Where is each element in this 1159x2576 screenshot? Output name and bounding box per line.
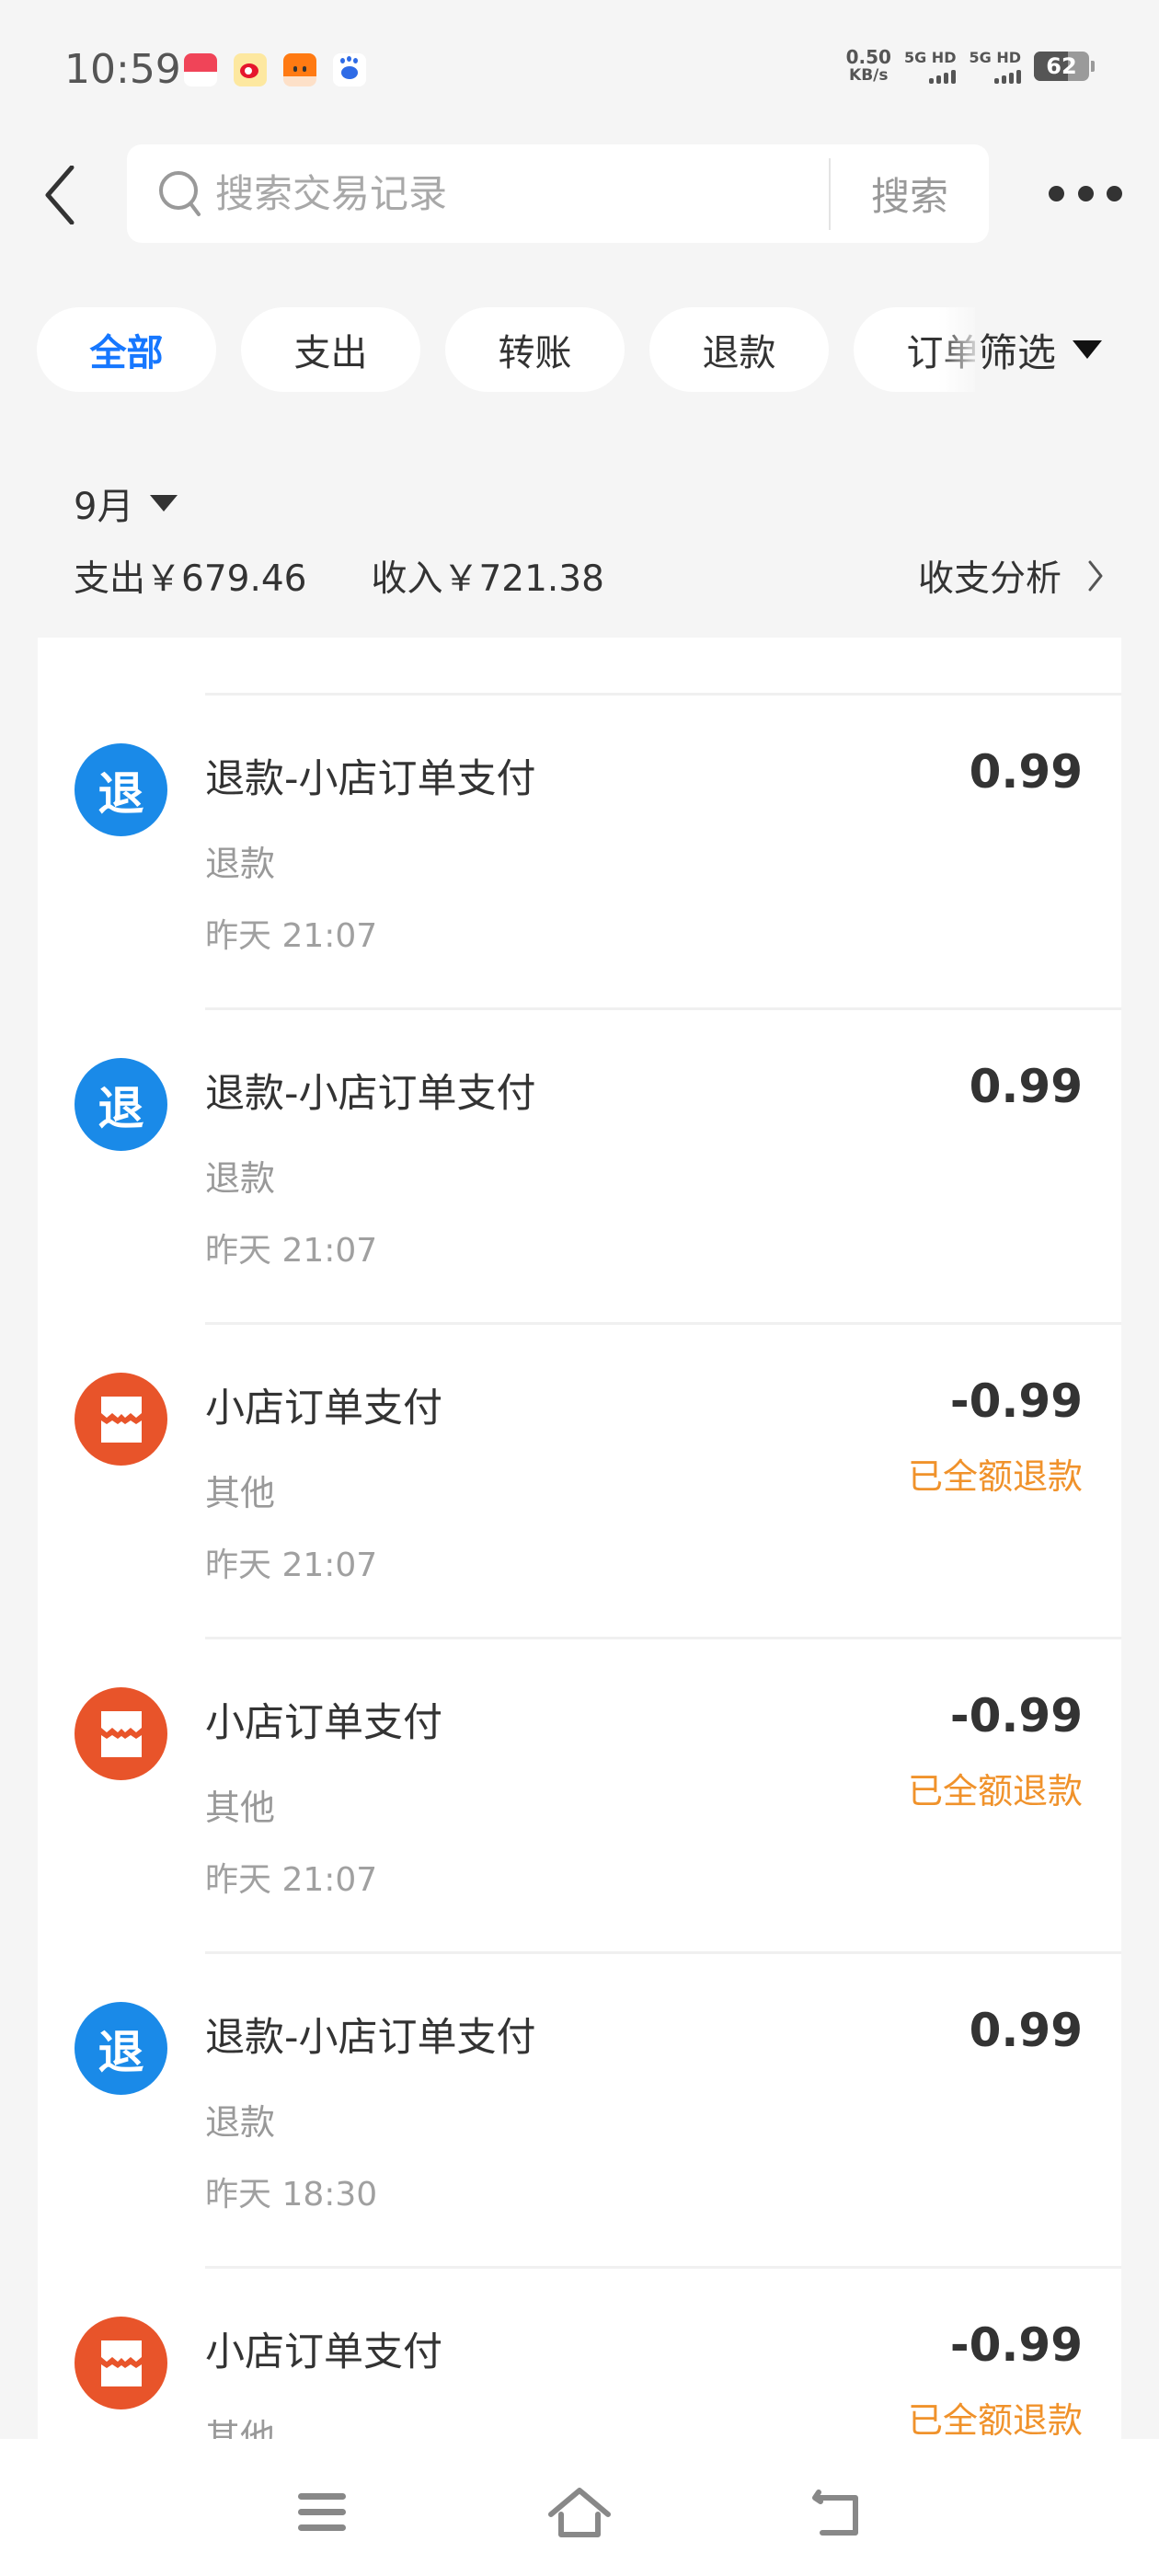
sim1-label: 5G HD (903, 49, 957, 66)
screen: 10:59 0.50 KB/s 5G HD 5G HD 62 搜索交易记录 搜索… (0, 0, 1159, 2576)
transaction-time: 昨天 21:07 (205, 1861, 378, 1899)
search-bar: 搜索 (127, 144, 989, 243)
search-icon (155, 168, 206, 220)
menu-button[interactable] (285, 2476, 359, 2549)
transaction-time: 昨天 21:07 (205, 917, 378, 955)
notification-icons (184, 53, 366, 86)
transaction-row[interactable]: 小店订单支付 其他 昨天 21:07 -0.99 已全额退款 (38, 1639, 1121, 1954)
net-speed-value: 0.50 (845, 46, 891, 68)
transaction-list: 退退款-小店订单支付 退款 昨天 21:07 0.99 退退款-小店订单支付 退… (38, 638, 1121, 2439)
transaction-amount: -0.99 (949, 2318, 1083, 2372)
transaction-row[interactable]: 退退款-小店订单支付 退款 昨天 21:07 0.99 (38, 696, 1121, 1010)
refund-icon: 退 (75, 2002, 167, 2095)
transaction-row[interactable]: 退退款-小店订单支付 退款 昨天 18:30 0.99 (38, 1954, 1121, 2269)
chevron-left-icon (45, 166, 75, 224)
sim2-label: 5G HD (969, 49, 1021, 66)
net-speed-unit: KB/s (849, 66, 889, 85)
shop-icon (75, 1687, 167, 1780)
transaction-amount: 0.99 (969, 745, 1083, 799)
more-dot (1107, 185, 1122, 201)
shop-icon (75, 2317, 167, 2409)
search-button[interactable]: 搜索 (831, 166, 989, 222)
status-indicators: 0.50 KB/s 5G HD 5G HD 62 (846, 48, 1095, 85)
analysis-label: 收支分析 (917, 558, 1061, 600)
month-selector[interactable]: 9月 (74, 477, 178, 530)
transaction-category: 退款 (205, 1158, 276, 1199)
filter-button[interactable]: 筛选 (975, 307, 1103, 392)
menu-icon (298, 2493, 346, 2531)
more-options-button[interactable] (1049, 179, 1122, 207)
transaction-title: 小店订单支付 (205, 2329, 442, 2375)
transaction-title: 退款-小店订单支付 (205, 756, 536, 802)
transaction-category: 退款 (205, 844, 276, 884)
transaction-category: 退款 (205, 2102, 276, 2143)
refund-icon: 退 (75, 743, 167, 836)
more-dot (1077, 185, 1094, 201)
transaction-title: 小店订单支付 (205, 1386, 442, 1432)
filter-chips: 全部 支出 转账 退款 订单 (37, 307, 975, 392)
fox-app-icon (283, 53, 316, 86)
caret-down-icon (1073, 340, 1103, 359)
filter-label: 筛选 (979, 329, 1057, 375)
sim2-signal: 5G HD (969, 49, 1021, 84)
status-time: 10:59 (64, 46, 181, 93)
transaction-amount: 0.99 (969, 2004, 1083, 2057)
signal-bars-icon (994, 70, 1021, 84)
caret-down-icon (150, 495, 178, 512)
transaction-time: 昨天 21:07 (205, 1232, 378, 1270)
wing-pay-icon (184, 53, 217, 86)
chip-expense[interactable]: 支出 (241, 307, 420, 392)
transaction-title: 退款-小店订单支付 (205, 2015, 536, 2061)
chevron-right-icon (1088, 560, 1103, 592)
transaction-amount: -0.99 (949, 1689, 1083, 1742)
analysis-link[interactable]: 收支分析 (918, 550, 1104, 602)
refund-status-note: 已全额退款 (907, 1456, 1083, 1497)
transaction-amount: -0.99 (949, 1374, 1083, 1428)
income-total: 收入￥721.38 (371, 558, 604, 600)
transaction-category: 其他 (205, 1788, 276, 1828)
refund-status-note: 已全额退款 (907, 2400, 1083, 2439)
home-button[interactable] (543, 2476, 616, 2549)
more-dot (1049, 185, 1064, 201)
transaction-category: 其他 (205, 1473, 276, 1513)
transaction-time: 昨天 21:07 (205, 1547, 378, 1584)
home-icon (548, 2488, 611, 2537)
transaction-amount: 0.99 (969, 1060, 1083, 1113)
chip-all[interactable]: 全部 (37, 307, 216, 392)
transaction-row[interactable]: 小店订单支付 其他 昨天 21:07 -0.99 已全额退款 (38, 1325, 1121, 1639)
transaction-title: 小店订单支付 (205, 1700, 442, 1746)
expense-total: 支出￥679.46 (74, 558, 307, 600)
weibo-icon (234, 53, 267, 86)
refund-icon: 退 (75, 1058, 167, 1151)
back-nav-button[interactable] (800, 2476, 874, 2549)
battery-tip (1091, 61, 1095, 72)
month-totals: 支出￥679.46 收入￥721.38 (74, 550, 604, 602)
transaction-row[interactable]: 小店订单支付 其他 -0.99 已全额退款 (38, 2269, 1121, 2439)
refund-status-note: 已全额退款 (907, 1771, 1083, 1811)
signal-bars-icon (929, 70, 957, 84)
battery-level: 62 (1046, 53, 1077, 79)
sim1-signal: 5G HD (904, 49, 957, 84)
back-icon (812, 2490, 858, 2536)
network-speed: 0.50 KB/s (846, 48, 891, 85)
chip-refund[interactable]: 退款 (649, 307, 829, 392)
baidu-icon (333, 53, 366, 86)
search-input[interactable] (215, 171, 804, 216)
system-nav-bar (0, 2439, 1159, 2576)
shop-icon (75, 1373, 167, 1466)
battery-icon: 62 (1034, 52, 1089, 81)
month-label: 9月 (74, 486, 134, 528)
back-button[interactable] (37, 158, 83, 232)
transaction-row[interactable]: 退退款-小店订单支付 退款 昨天 21:07 0.99 (38, 1010, 1121, 1325)
chip-transfer[interactable]: 转账 (445, 307, 625, 392)
transaction-time: 昨天 18:30 (205, 2176, 378, 2214)
transaction-title: 退款-小店订单支付 (205, 1071, 536, 1117)
transaction-category: 其他 (205, 2417, 276, 2439)
